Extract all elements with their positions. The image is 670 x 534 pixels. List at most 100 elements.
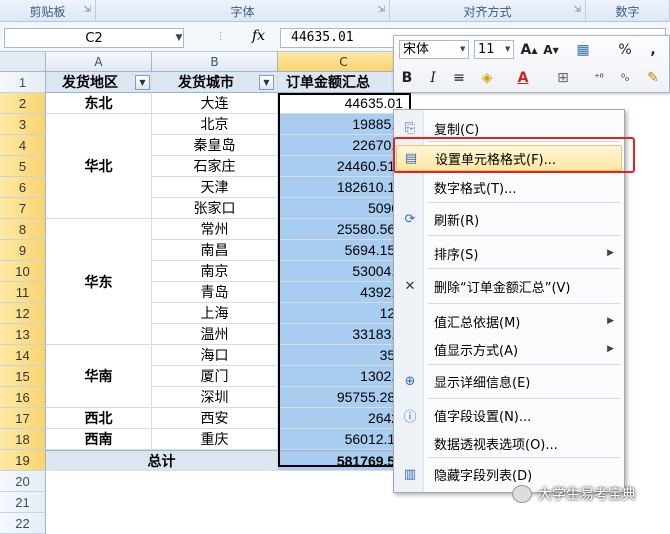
city-cell[interactable]: 秦皇岛 xyxy=(152,135,278,156)
row-header[interactable]: 4 xyxy=(0,135,46,156)
city-cell[interactable]: 南昌 xyxy=(152,240,278,261)
amount-cell[interactable]: 95755.284 xyxy=(278,387,410,408)
row-header[interactable]: 19 xyxy=(0,450,46,471)
city-cell[interactable]: 西安 xyxy=(152,408,278,429)
chevron-down-icon[interactable]: ▼ xyxy=(172,28,186,48)
resize-handle-icon[interactable]: ⋮ xyxy=(216,32,225,42)
comma-style-button[interactable]: , xyxy=(644,40,662,60)
region-cell[interactable]: 东北 xyxy=(46,93,152,114)
row-header[interactable]: 14 xyxy=(0,345,46,366)
city-cell[interactable]: 温州 xyxy=(152,324,278,345)
pivot-header-region[interactable]: 发货地区 ▼ xyxy=(46,72,152,93)
amount-cell[interactable]: 24460.512 xyxy=(278,156,410,177)
city-cell[interactable]: 重庆 xyxy=(152,429,278,450)
region-cell[interactable]: 华东 xyxy=(46,219,152,345)
pivot-header-amount[interactable]: 订单金额汇总 xyxy=(278,72,410,93)
city-cell[interactable]: 海口 xyxy=(152,345,278,366)
row-header[interactable]: 5 xyxy=(0,156,46,177)
amount-cell[interactable]: 19885.0 xyxy=(278,114,410,135)
context-menu-item[interactable]: 数字格式(T)... xyxy=(396,174,622,200)
dialog-launcher-icon[interactable]: ⇲ xyxy=(83,5,91,15)
city-cell[interactable]: 厦门 xyxy=(152,366,278,387)
row-header[interactable]: 21 xyxy=(0,492,46,513)
row-header[interactable]: 16 xyxy=(0,387,46,408)
amount-cell[interactable]: 356 xyxy=(278,345,410,366)
city-cell[interactable]: 北京 xyxy=(152,114,278,135)
city-cell[interactable]: 大连 xyxy=(152,93,278,114)
city-cell[interactable]: 常州 xyxy=(152,219,278,240)
amount-cell[interactable]: 2642. xyxy=(278,408,410,429)
chevron-down-icon[interactable]: ▼ xyxy=(460,45,465,53)
region-cell[interactable]: 西南 xyxy=(46,429,152,450)
region-cell[interactable]: 华南 xyxy=(46,345,152,408)
row-header[interactable]: 15 xyxy=(0,366,46,387)
row-header[interactable]: 12 xyxy=(0,303,46,324)
context-menu-item[interactable]: ▤ 设置单元格格式(F)... xyxy=(396,145,622,171)
column-header-c[interactable]: C xyxy=(278,52,410,72)
shrink-font-icon[interactable]: A ▼ xyxy=(542,40,560,60)
italic-button[interactable]: I xyxy=(424,68,442,88)
amount-cell[interactable]: 182610.13 xyxy=(278,177,410,198)
row-header[interactable]: 6 xyxy=(0,177,46,198)
row-header[interactable]: 20 xyxy=(0,471,46,492)
pivot-header-city[interactable]: 发货城市 ▼ xyxy=(152,72,278,93)
context-menu-item[interactable]: ⓘ 值字段设置(N)... xyxy=(396,402,622,428)
amount-cell[interactable]: 44635.01 xyxy=(278,93,410,114)
dialog-launcher-icon[interactable]: ⇲ xyxy=(377,5,385,15)
amount-cell[interactable]: 4392.3 xyxy=(278,282,410,303)
region-cell[interactable]: 华北 xyxy=(46,114,152,219)
context-menu-item[interactable]: ⊕ 显示详细信息(E) xyxy=(396,368,622,394)
fill-color-icon[interactable]: ◈ xyxy=(478,68,496,88)
row-header[interactable]: 11 xyxy=(0,282,46,303)
context-menu-item[interactable]: 值汇总依据(M) ▶ xyxy=(396,308,622,334)
amount-cell[interactable]: 53004.8 xyxy=(278,261,410,282)
row-header[interactable]: 18 xyxy=(0,429,46,450)
row-header[interactable]: 3 xyxy=(0,114,46,135)
select-all-corner[interactable] xyxy=(0,52,46,72)
context-menu-item[interactable]: ⎘ 复制(C) xyxy=(396,115,622,141)
bold-button[interactable]: B xyxy=(398,68,416,88)
amount-cell[interactable]: 5096. xyxy=(278,198,410,219)
column-header-a[interactable]: A xyxy=(46,52,152,72)
borders-icon[interactable]: ⊞ xyxy=(554,68,572,88)
city-cell[interactable]: 南京 xyxy=(152,261,278,282)
city-cell[interactable]: 天津 xyxy=(152,177,278,198)
name-box[interactable]: C2 xyxy=(4,28,184,48)
row-header[interactable]: 22 xyxy=(0,513,46,534)
row-header[interactable]: 8 xyxy=(0,219,46,240)
accounting-format-icon[interactable]: ▦ xyxy=(574,40,592,60)
city-cell[interactable]: 上海 xyxy=(152,303,278,324)
font-name-input[interactable]: 宋体 xyxy=(399,40,469,59)
decrease-decimal-icon[interactable]: ⁰₀ xyxy=(616,68,634,88)
city-cell[interactable]: 石家庄 xyxy=(152,156,278,177)
column-header-b[interactable]: B xyxy=(152,52,278,72)
format-painter-icon[interactable]: ✎ xyxy=(644,68,662,88)
row-header[interactable]: 13 xyxy=(0,324,46,345)
context-menu-item[interactable]: ⟳ 刷新(R) xyxy=(396,206,622,232)
insert-function-button[interactable]: fx xyxy=(252,28,265,44)
context-menu-item[interactable]: 排序(S) ▶ xyxy=(396,240,622,266)
grow-font-icon[interactable]: A ▲ xyxy=(520,40,538,60)
row-header[interactable]: 2 xyxy=(0,93,46,114)
city-cell[interactable]: 张家口 xyxy=(152,198,278,219)
font-color-button[interactable]: A xyxy=(514,68,532,88)
context-menu-item[interactable]: 数据透视表选项(O)... xyxy=(396,430,622,456)
amount-cell[interactable]: 56012.17 xyxy=(278,429,410,450)
filter-dropdown-icon[interactable]: ▼ xyxy=(259,75,274,90)
context-menu-item[interactable]: ✕ 删除“订单金额汇总”(V) xyxy=(396,273,622,299)
align-center-icon[interactable]: ≡ xyxy=(450,68,468,88)
context-menu-item[interactable]: 值显示方式(A) ▶ xyxy=(396,336,622,362)
region-cell[interactable]: 西北 xyxy=(46,408,152,429)
row-header[interactable]: 1 xyxy=(0,72,46,93)
amount-cell[interactable]: 25580.562 xyxy=(278,219,410,240)
amount-cell[interactable]: 5694.157 xyxy=(278,240,410,261)
amount-cell[interactable]: 1302.7 xyxy=(278,366,410,387)
increase-decimal-icon[interactable]: ⁺⁰ xyxy=(590,68,608,88)
row-header[interactable]: 17 xyxy=(0,408,46,429)
dialog-launcher-icon[interactable]: ⇲ xyxy=(573,5,581,15)
row-header[interactable]: 10 xyxy=(0,261,46,282)
city-cell[interactable]: 深圳 xyxy=(152,387,278,408)
amount-cell[interactable]: 33183.7 xyxy=(278,324,410,345)
row-header[interactable]: 9 xyxy=(0,240,46,261)
grand-total-value[interactable]: 581769.54 xyxy=(278,450,410,471)
